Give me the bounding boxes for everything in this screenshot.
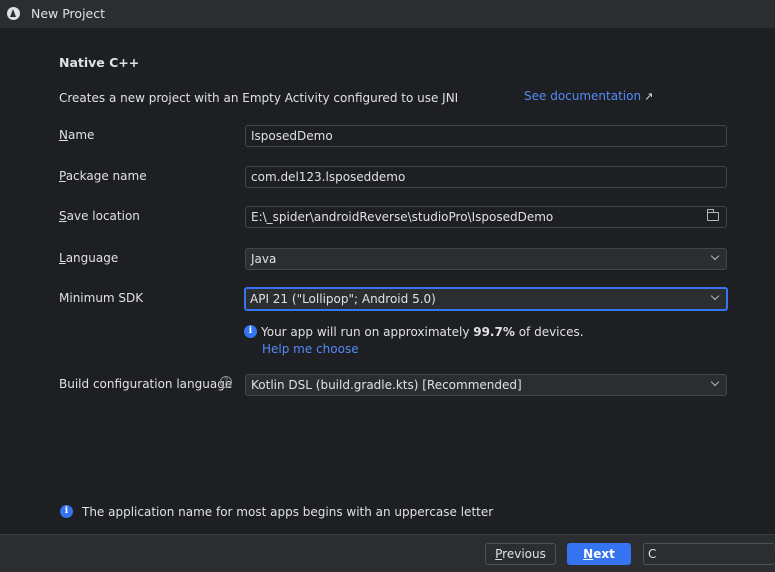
- chevron-down-icon: [710, 291, 720, 301]
- help-me-choose-link[interactable]: Help me choose: [262, 342, 359, 356]
- help-icon[interactable]: ?: [220, 376, 232, 388]
- save-location-label: Save location: [59, 209, 140, 223]
- next-button[interactable]: Next: [567, 543, 631, 565]
- build-config-language-dropdown[interactable]: Kotlin DSL (build.gradle.kts) [Recommend…: [245, 374, 727, 396]
- language-label-mnemonic: L: [59, 251, 66, 265]
- build-config-language-label: Build configuration language: [59, 377, 233, 391]
- previous-button[interactable]: Previous: [485, 543, 556, 565]
- language-label-text: anguage: [65, 251, 119, 265]
- sdk-info-prefix: Your app will run on approximately: [261, 325, 474, 339]
- minimum-sdk-dropdown[interactable]: API 21 ("Lollipop"; Android 5.0): [244, 287, 728, 311]
- minimum-sdk-value: API 21 ("Lollipop"; Android 5.0): [250, 292, 436, 306]
- language-dropdown[interactable]: Java: [245, 248, 727, 270]
- template-description: Creates a new project with an Empty Acti…: [59, 91, 459, 105]
- previous-label: revious: [502, 547, 546, 561]
- template-heading: Native C++: [59, 55, 140, 70]
- info-icon: i: [244, 325, 257, 338]
- build-config-language-value: Kotlin DSL (build.gradle.kts) [Recommend…: [251, 378, 522, 392]
- save-location-value: E:\_spider\androidReverse\studioPro\Ispo…: [251, 210, 554, 224]
- chevron-down-icon: [710, 377, 720, 387]
- name-value: IsposedDemo: [251, 129, 333, 143]
- package-label-mnemonic: P: [59, 169, 66, 183]
- next-mnemonic: N: [583, 547, 594, 561]
- validation-hint: The application name for most apps begin…: [82, 505, 494, 519]
- android-studio-icon: [7, 7, 20, 20]
- language-label: Language: [59, 251, 118, 265]
- save-label-text: ave location: [66, 209, 140, 223]
- external-link-icon: ↗: [644, 90, 654, 103]
- save-location-field[interactable]: E:\_spider\androidReverse\studioPro\Ispo…: [245, 206, 727, 228]
- package-name-label: Package name: [59, 169, 147, 183]
- window-title: New Project: [31, 6, 106, 21]
- save-label-mnemonic: S: [59, 209, 67, 223]
- info-icon: i: [60, 505, 73, 518]
- cancel-button[interactable]: C: [643, 543, 775, 565]
- package-name-field[interactable]: com.del123.lsposeddemo: [245, 166, 727, 188]
- minimum-sdk-label: Minimum SDK: [59, 291, 144, 305]
- name-label-text: ame: [67, 128, 95, 142]
- chevron-down-icon: [710, 251, 720, 261]
- sdk-coverage-info: Your app will run on approximately 99.7%…: [261, 325, 584, 339]
- package-label-text: ackage name: [65, 169, 147, 183]
- see-documentation-label: See documentation: [524, 89, 642, 103]
- title-bar: New Project: [0, 0, 775, 28]
- sdk-info-suffix: of devices.: [514, 325, 584, 339]
- see-documentation-link[interactable]: See documentation ↗: [524, 89, 653, 103]
- cancel-label: C: [648, 547, 657, 561]
- folder-icon[interactable]: [707, 209, 719, 221]
- name-label: Name: [59, 128, 94, 142]
- name-field[interactable]: IsposedDemo: [245, 125, 727, 147]
- name-label-mnemonic: N: [59, 128, 68, 142]
- sdk-info-percent: 99.7%: [473, 325, 515, 339]
- language-value: Java: [251, 252, 277, 266]
- next-label: ext: [593, 547, 615, 561]
- package-name-value: com.del123.lsposeddemo: [251, 170, 406, 184]
